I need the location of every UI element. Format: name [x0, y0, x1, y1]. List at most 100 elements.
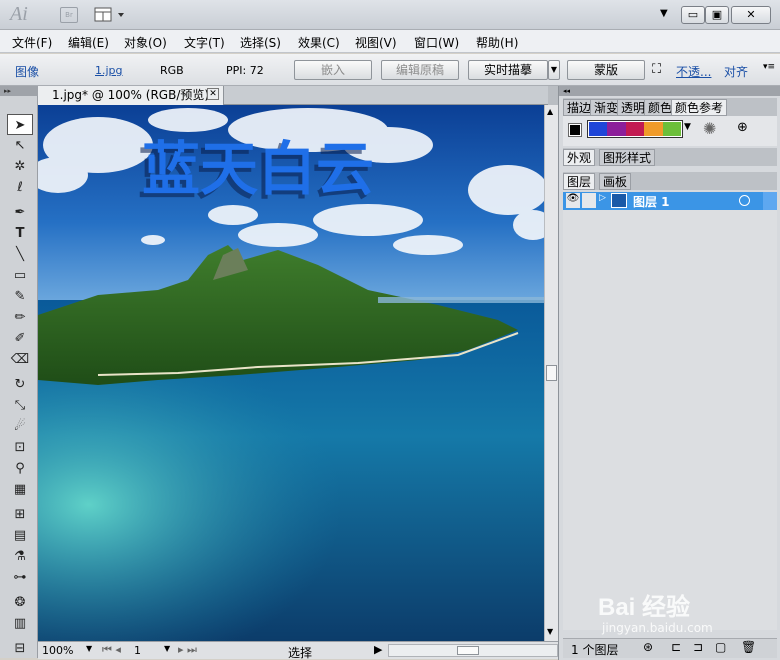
tab-graphic-styles[interactable]: 图形样式 — [599, 149, 656, 166]
watermark-url: jingyan.baidu.com — [602, 621, 713, 635]
tab-color-guide[interactable]: 颜色参考 — [671, 99, 728, 116]
object-type-label: 图像 — [15, 65, 40, 79]
document-canvas[interactable]: 蓝天白云 蓝天白云 — [38, 105, 544, 641]
perspective-grid-tool-icon[interactable]: ▦ — [7, 479, 33, 500]
artboard-tool-icon[interactable]: ⊟ — [7, 638, 33, 659]
close-button[interactable]: ✕ — [731, 6, 771, 24]
color-panel-tabs: 描边 渐变 透明 颜色 颜色参考 — [563, 98, 777, 116]
direct-selection-tool-icon[interactable]: ↖ — [7, 135, 33, 156]
paintbrush-tool-icon[interactable]: ✎ — [7, 286, 33, 307]
align-link[interactable]: 对齐 — [724, 63, 748, 80]
blob-brush-tool-icon[interactable]: ✐ — [7, 328, 33, 349]
tab-layers[interactable]: 图层 — [563, 173, 596, 190]
menu-file[interactable]: 文件(F) — [12, 34, 52, 51]
magic-wand-tool-icon[interactable]: ✲ — [7, 156, 33, 177]
zoom-field[interactable]: 100% — [42, 644, 73, 657]
artboard-dropdown-icon[interactable]: ▼ — [164, 644, 170, 653]
collapse-panel-icon[interactable] — [548, 86, 558, 105]
horizontal-scrollbar[interactable] — [388, 644, 558, 657]
rectangle-tool-icon[interactable]: ▭ — [7, 265, 33, 286]
target-circle-icon[interactable] — [739, 195, 750, 206]
symbol-sprayer-tool-icon[interactable]: ❂ — [7, 592, 33, 613]
workspace-dropdown-icon[interactable]: ▼ — [660, 8, 668, 19]
free-transform-tool-icon[interactable]: ⊡ — [7, 437, 33, 458]
tools-collapse-icon[interactable]: ▸▸ — [0, 86, 38, 96]
menu-help[interactable]: 帮助(H) — [476, 34, 518, 51]
vertical-scrollbar[interactable]: ▲ ▼ — [544, 105, 558, 641]
menu-select[interactable]: 选择(S) — [240, 34, 281, 51]
close-tab-icon[interactable]: ✕ — [207, 88, 219, 100]
control-menu-icon[interactable]: ▾≡ — [763, 62, 775, 72]
type-tool-icon[interactable]: T — [7, 223, 33, 244]
menu-object[interactable]: 对象(O) — [124, 34, 167, 51]
rotate-tool-icon[interactable]: ↻ — [7, 374, 33, 395]
edit-original-button[interactable]: 编辑原稿 — [381, 60, 459, 80]
scroll-down-icon[interactable]: ▼ — [547, 627, 553, 636]
gradient-tool-icon[interactable]: ▤ — [7, 525, 33, 546]
layer-name[interactable]: 图层 1 — [633, 193, 670, 210]
menu-view[interactable]: 视图(V) — [355, 34, 397, 51]
dock-collapse-icon[interactable]: ◂◂ — [559, 86, 780, 96]
bridge-button[interactable]: Br — [60, 7, 78, 23]
pen-tool-icon[interactable]: ✒ — [7, 202, 33, 223]
harmony-dropdown-icon[interactable]: ▼ — [684, 122, 691, 132]
scroll-up-icon[interactable]: ▲ — [547, 107, 553, 116]
save-color-group-icon[interactable]: ⊕ — [737, 120, 748, 135]
base-color-swatch[interactable] — [568, 123, 582, 137]
scroll-thumb[interactable] — [546, 365, 557, 381]
expand-layer-icon[interactable]: ▷ — [599, 193, 606, 203]
harmony-rules-swatches[interactable] — [587, 120, 683, 138]
opacity-link[interactable]: 不透... — [676, 63, 711, 80]
minimize-button[interactable]: ▭ — [681, 6, 705, 24]
mesh-tool-icon[interactable]: ⊞ — [7, 504, 33, 525]
color-wheel-icon[interactable]: ✺ — [703, 119, 716, 138]
shape-builder-tool-icon[interactable]: ⚲ — [7, 458, 33, 479]
selection-indicator — [763, 192, 777, 210]
linked-file-link[interactable]: 1.jpg — [95, 64, 123, 77]
lock-toggle[interactable] — [582, 193, 596, 208]
current-tool-label: 选择 — [288, 646, 313, 660]
line-tool-icon[interactable]: ╲ — [7, 244, 33, 265]
menu-edit[interactable]: 编辑(E) — [68, 34, 109, 51]
visibility-eye-icon[interactable]: 👁 — [566, 193, 580, 208]
tab-appearance[interactable]: 外观 — [563, 149, 596, 166]
document-tab-title: 1.jpg* @ 100% (RGB/预览) — [52, 88, 210, 102]
artboard-nav-first-icon[interactable]: ⏮ ◂ — [102, 643, 121, 657]
layer-row[interactable]: 👁 ▷ 图层 1 — [563, 192, 777, 210]
artboard-nav-last-icon[interactable]: ▸ ⏭ — [178, 643, 197, 657]
eraser-tool-icon[interactable]: ⌫ — [7, 349, 33, 370]
layer-thumbnail — [611, 193, 627, 208]
lasso-tool-icon[interactable]: ℓ — [7, 177, 33, 198]
sky-text: 蓝天白云 蓝天白云 — [138, 135, 374, 207]
arrange-documents-button[interactable] — [94, 6, 128, 24]
live-trace-dropdown-icon[interactable]: ▼ — [548, 60, 560, 80]
menu-window[interactable]: 窗口(W) — [414, 34, 459, 51]
panel-dock: ◂◂ 描边 渐变 透明 颜色 颜色参考 ▼ ✺ ⊕ 外观 图形样式 图层 画板 … — [558, 86, 780, 660]
live-trace-button[interactable]: 实时描摹 — [468, 60, 548, 80]
color-mode-label: RGB — [160, 64, 184, 77]
zoom-dropdown-icon[interactable]: ▼ — [86, 644, 92, 653]
blend-tool-icon[interactable]: ⊶ — [7, 567, 33, 588]
column-graph-tool-icon[interactable]: ▥ — [7, 613, 33, 634]
transform-icon[interactable]: ⛶ — [652, 62, 661, 77]
status-menu-icon[interactable]: ▶ — [374, 643, 382, 656]
maximize-button[interactable]: ▣ — [705, 6, 729, 24]
svg-text:蓝天白云: 蓝天白云 — [142, 135, 374, 203]
menu-type[interactable]: 文字(T) — [184, 34, 225, 51]
scale-tool-icon[interactable]: ⤡ — [7, 395, 33, 416]
document-tab[interactable]: 1.jpg* @ 100% (RGB/预览) ✕ — [38, 86, 224, 105]
menu-bar: 文件(F) 编辑(E) 对象(O) 文字(T) 选择(S) 效果(C) 视图(V… — [0, 30, 780, 53]
embed-button[interactable]: 嵌入 — [294, 60, 372, 80]
layers-panel-tabs: 图层 画板 — [563, 172, 777, 190]
selection-tool-icon[interactable]: ➤ — [7, 114, 33, 135]
mask-button[interactable]: 蒙版 — [567, 60, 645, 80]
warp-tool-icon[interactable]: ☄ — [7, 416, 33, 437]
hscroll-thumb[interactable] — [457, 646, 479, 655]
artboard-number-field[interactable]: 1 — [134, 644, 141, 657]
tab-artboards[interactable]: 画板 — [599, 173, 632, 190]
eyedropper-tool-icon[interactable]: ⚗ — [7, 546, 33, 567]
pencil-tool-icon[interactable]: ✏ — [7, 307, 33, 328]
menu-effect[interactable]: 效果(C) — [298, 34, 340, 51]
baidu-watermark: Bai 经验 jingyan.baidu.com — [592, 585, 772, 645]
tools-panel: ▸▸ ➤ ↖ ✲ ℓ ✒ T ╲ ▭ ✎ ✏ ✐ ⌫ ↻ ⤡ ☄ ⊡ ⚲ ▦ ⊞… — [0, 86, 38, 658]
